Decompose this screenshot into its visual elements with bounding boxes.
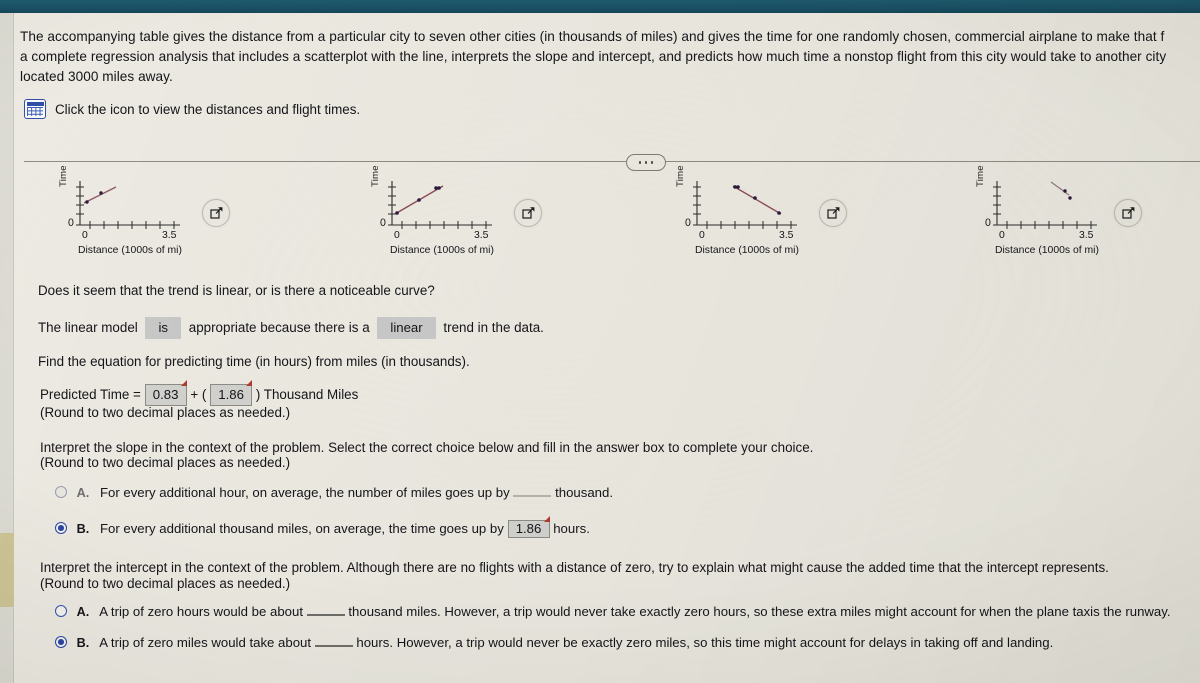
- linear-trend-question: Does it seem that the trend is linear, o…: [38, 283, 435, 298]
- dropdown-is[interactable]: is: [145, 317, 182, 339]
- linear-trend-answer-row: The linear model is appropriate because …: [38, 317, 544, 339]
- slope-option-b-input[interactable]: 1.86: [507, 516, 550, 538]
- screenshot-root: The accompanying table gives the distanc…: [0, 0, 1200, 683]
- slope-option-b-text-after: hours.: [553, 521, 590, 536]
- equation-question: Find the equation for predicting time (i…: [38, 354, 470, 369]
- slope-option-b[interactable]: B. For every additional thousand miles, …: [55, 516, 590, 538]
- plot-b-origin-label: 0: [380, 217, 386, 229]
- plot-c-xtick-max: 3.5: [779, 230, 794, 241]
- intercept-note: (Round to two decimal places as needed.): [40, 576, 291, 591]
- attachment-label: Click the icon to view the distances and…: [55, 101, 361, 117]
- slope-option-b-radio[interactable]: [55, 522, 67, 534]
- slope-option-a-letter: A.: [76, 486, 90, 500]
- slope-option-a-text-after: thousand.: [555, 485, 614, 500]
- table-icon[interactable]: [24, 99, 46, 119]
- plot-b-xlabel: Distance (1000s of mi): [390, 245, 494, 256]
- intercept-option-b-radio[interactable]: [55, 636, 67, 648]
- intercept-option-b[interactable]: B. A trip of zero miles would take about…: [55, 635, 1053, 650]
- expand-icon-a[interactable]: [202, 199, 230, 227]
- intercept-option-a-input[interactable]: [306, 614, 345, 616]
- equation-open-paren: (: [201, 387, 207, 402]
- equation-note: (Round to two decimal places as needed.): [40, 405, 291, 420]
- equation-units: Thousand Miles: [263, 387, 359, 402]
- dot-1: [638, 161, 642, 164]
- plot-a-xtick-max: 3.5: [162, 230, 177, 241]
- intercept-option-a-letter: A.: [76, 605, 90, 619]
- equation-plus: +: [190, 387, 199, 402]
- plot-a-xlabel: Distance (1000s of mi): [78, 245, 182, 256]
- intercept-option-b-letter: B.: [76, 636, 90, 650]
- expand-glyph-d: [1121, 206, 1134, 219]
- problem-statement-line-1: The accompanying table gives the distanc…: [20, 29, 1165, 44]
- scatterplot-option-d[interactable]: Time 0 0 3.5 Distance (1000s of mi): [949, 165, 1200, 269]
- scatterplot-option-c[interactable]: Time 0 0 3.5 Distance (1000s of mi): [649, 165, 909, 269]
- window-top-bar: [0, 0, 1200, 13]
- section-divider: [24, 161, 1200, 162]
- plot-a-xtick-min: 0: [82, 230, 88, 241]
- intercept-option-b-text-before: A trip of zero miles would take about: [99, 635, 312, 650]
- scatterplot-option-b[interactable]: Time 0 0 3.5 Distance (1000s of mi): [344, 165, 604, 269]
- slope-option-a-radio[interactable]: [55, 486, 67, 498]
- linear-answer-prefix: The linear model: [38, 320, 138, 335]
- plot-d-xtick-max: 3.5: [1079, 230, 1094, 241]
- intercept-option-b-text-after: hours. However, a trip would never be ex…: [356, 635, 1054, 650]
- plot-d-axes: [993, 181, 1097, 229]
- linear-answer-suffix: trend in the data.: [443, 320, 544, 335]
- slope-option-b-letter: B.: [76, 522, 90, 536]
- expand-glyph-a: [209, 206, 222, 219]
- intercept-option-a-text-after: thousand miles. However, a trip would ne…: [348, 604, 1171, 619]
- dot-3: [650, 161, 654, 164]
- plot-a-origin-label: 0: [68, 217, 74, 229]
- linear-answer-mid: appropriate because there is a: [188, 320, 370, 335]
- plot-d-xtick-min: 0: [999, 230, 1005, 241]
- slope-option-b-text-before: For every additional thousand miles, on …: [99, 521, 504, 536]
- expand-icon-b[interactable]: [514, 199, 542, 227]
- scatterplot-options: Time 0 0 3.5 Distance (1000s of mi) Time…: [14, 165, 1200, 273]
- slope-option-a-input[interactable]: [513, 495, 552, 497]
- intercept-option-a-radio[interactable]: [55, 605, 67, 617]
- left-tan-block-inner: [0, 533, 13, 607]
- scatterplot-option-a[interactable]: Time 0 0 3.5 Distance (1000s of mi): [32, 165, 292, 269]
- intercept-option-b-input[interactable]: [314, 645, 353, 647]
- plot-d-origin-label: 0: [985, 217, 991, 229]
- attachment-row[interactable]: Click the icon to view the distances and…: [24, 99, 360, 119]
- slope-note: (Round to two decimal places as needed.): [40, 455, 291, 470]
- dot-2: [644, 161, 648, 164]
- intercept-option-a[interactable]: A. A trip of zero hours would be about t…: [55, 604, 1171, 619]
- slope-option-a[interactable]: A. For every additional hour, on average…: [55, 485, 613, 500]
- expand-glyph-b: [521, 206, 534, 219]
- problem-statement-line-2: a complete regression analysis that incl…: [20, 49, 1167, 64]
- problem-statement: The accompanying table gives the distanc…: [20, 27, 1200, 87]
- plot-d-xlabel: Distance (1000s of mi): [995, 245, 1099, 256]
- plot-c-origin-label: 0: [685, 217, 691, 229]
- dropdown-linear[interactable]: linear: [377, 317, 436, 339]
- plot-c-xlabel: Distance (1000s of mi): [695, 245, 799, 256]
- equation-label: Predicted Time =: [40, 387, 141, 402]
- exercise-content: The accompanying table gives the distanc…: [14, 13, 1200, 683]
- problem-statement-line-3: located 3000 miles away.: [20, 69, 173, 84]
- plot-b-xtick-max: 3.5: [474, 230, 489, 241]
- slope-option-a-text-before: For every additional hour, on average, t…: [99, 485, 510, 500]
- plot-c-xtick-min: 0: [699, 230, 705, 241]
- intercept-option-a-text-before: A trip of zero hours would be about: [99, 604, 304, 619]
- divider-ellipsis-button[interactable]: [626, 154, 666, 171]
- equation-close-paren: ): [255, 387, 261, 402]
- expand-icon-c[interactable]: [819, 199, 847, 227]
- exercise-page: The accompanying table gives the distanc…: [14, 13, 1200, 683]
- expand-glyph-c: [826, 206, 839, 219]
- plot-b-xtick-min: 0: [394, 230, 400, 241]
- expand-icon-d[interactable]: [1114, 199, 1142, 227]
